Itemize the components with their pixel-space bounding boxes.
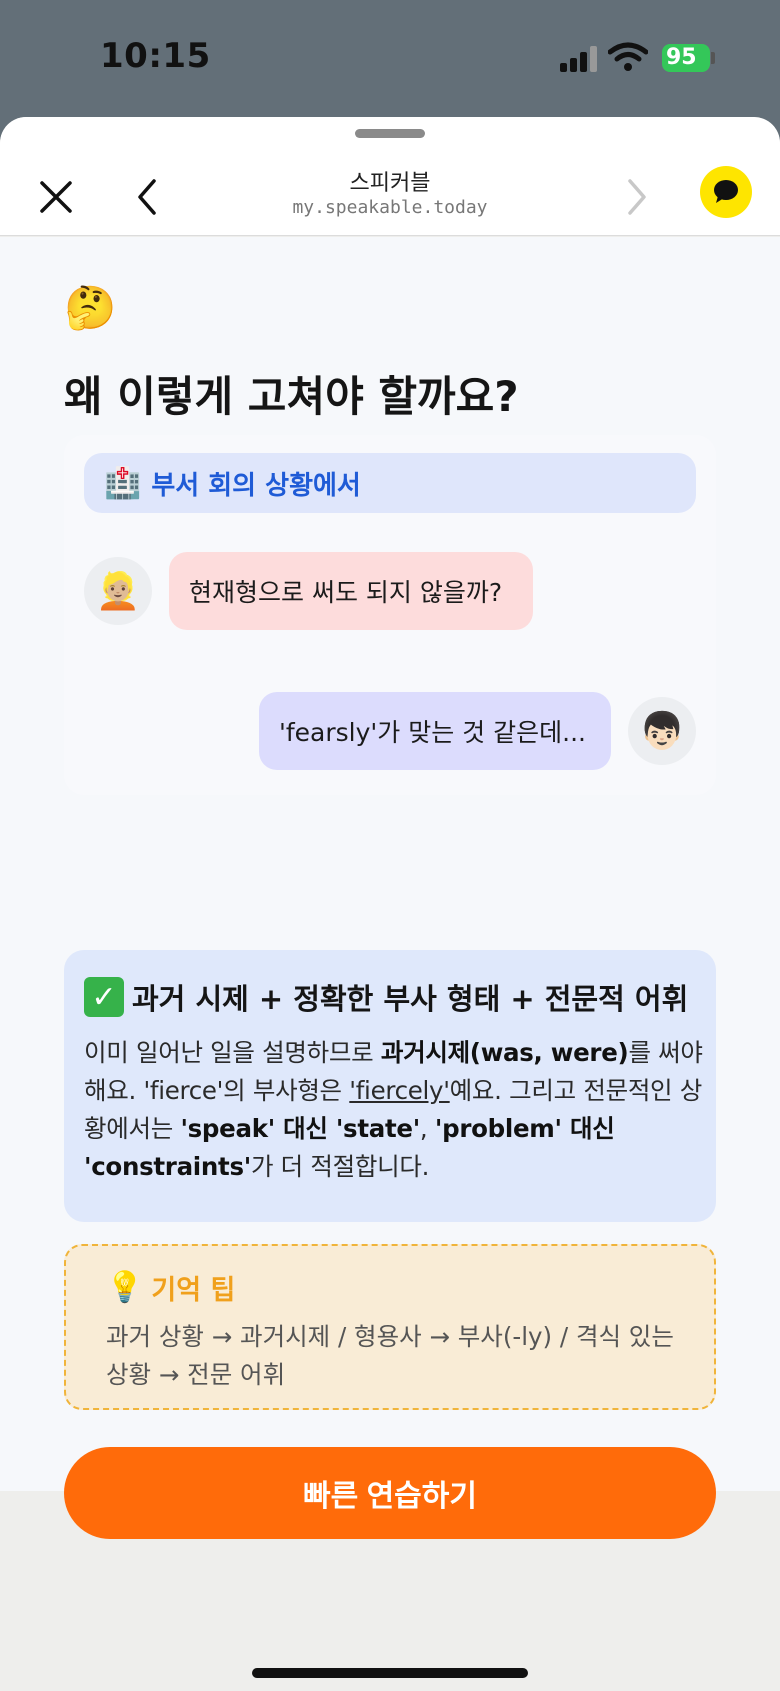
explanation-emphasis: 'speak' 대신 'state': [180, 1114, 420, 1143]
lightbulb-icon: 💡: [106, 1270, 144, 1305]
close-icon[interactable]: [36, 177, 76, 217]
thinking-face-icon: 🤔: [64, 283, 117, 332]
page-title: 왜 이렇게 고쳐야 할까요?: [64, 372, 519, 421]
explanation-emphasis: 과거시제(was, were): [380, 1038, 629, 1067]
wifi-icon: [608, 42, 648, 71]
home-indicator: [252, 1668, 528, 1678]
status-bar: 10:15 95: [0, 0, 780, 117]
browser-title: 스피커블: [349, 171, 431, 196]
context-label: 부서 회의 상황에서: [151, 470, 361, 501]
browser-nav-bar: 스피커블 my.speakable.today: [0, 117, 780, 236]
explanation-card: ✓ 과거 시제 + 정확한 부사 형태 + 전문적 어휘 이미 일어난 일을 설…: [64, 950, 716, 1222]
explanation-text: 가 더 적절합니다.: [250, 1152, 430, 1181]
page-content: 🤔 왜 이렇게 고쳐야 할까요? 🏥 부서 회의 상황에서 👱🏼 현재형으로 써…: [0, 237, 780, 1539]
battery-level: 95: [666, 45, 697, 70]
explanation-text: 이미 일어난 일을 설명하므로: [84, 1038, 381, 1067]
explanation-heading: ✓ 과거 시제 + 정확한 부사 형태 + 전문적 어휘: [84, 976, 688, 1018]
browser-sheet: 스피커블 my.speakable.today 🤔 왜 이렇게 고쳐야 할까요?…: [0, 117, 780, 1691]
tip-title: 기억 팁: [151, 1275, 236, 1306]
message-bubble-left: 현재형으로 써도 되지 않을까?: [169, 552, 533, 630]
forward-chevron-icon: [628, 179, 646, 215]
conversation-card: 🏥 부서 회의 상황에서 👱🏼 현재형으로 써도 되지 않을까? 'fearsl…: [64, 435, 716, 795]
check-mark-icon: ✓: [84, 977, 124, 1017]
tip-heading: 💡 기억 팁: [106, 1268, 235, 1307]
explanation-body: 이미 일어난 일을 설명하므로 과거시제(was, were)를 써야 해요. …: [84, 1034, 704, 1186]
browser-url: my.speakable.today: [292, 197, 488, 218]
avatar-right: 👦🏻: [628, 697, 696, 765]
cellular-signal-icon: [560, 46, 598, 72]
battery-indicator: 95: [662, 44, 710, 72]
hospital-icon: 🏥: [104, 465, 142, 501]
battery-tip: [711, 52, 715, 64]
memory-tip-card: 💡 기억 팁 과거 상황 → 과거시제 / 형용사 → 부사(-ly) / 격식…: [64, 1244, 716, 1410]
explanation-title: 과거 시제 + 정확한 부사 형태 + 전문적 어휘: [132, 982, 689, 1016]
quick-practice-button[interactable]: 빠른 연습하기: [64, 1447, 716, 1539]
context-badge: 🏥 부서 회의 상황에서: [84, 453, 696, 513]
avatar-left: 👱🏼: [84, 557, 152, 625]
kakao-chat-button[interactable]: [700, 166, 752, 218]
explanation-underline: 'fiercely': [349, 1076, 450, 1105]
speech-bubble-icon: [714, 180, 738, 203]
sheet-grabber[interactable]: [355, 129, 425, 138]
message-bubble-right: 'fearsly'가 맞는 것 같은데...: [259, 692, 611, 770]
tip-body: 과거 상황 → 과거시제 / 형용사 → 부사(-ly) / 격식 있는 상황 …: [106, 1322, 674, 1389]
explanation-text: ,: [419, 1114, 435, 1143]
back-chevron-icon[interactable]: [130, 175, 164, 219]
status-time: 10:15: [100, 36, 211, 76]
